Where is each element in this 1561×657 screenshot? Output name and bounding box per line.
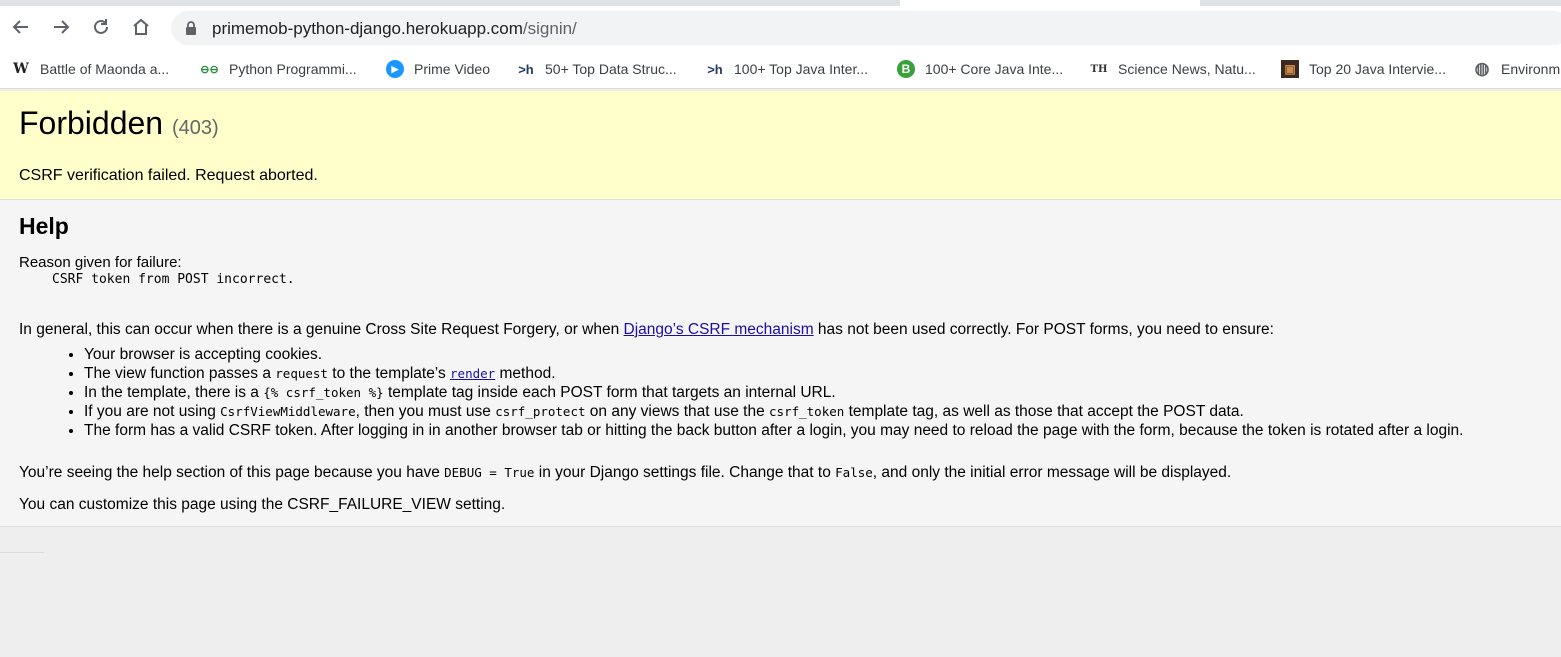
error-title: Forbidden (19, 105, 164, 141)
wikipedia-icon: W (13, 61, 29, 77)
general-text-2: has not been used correctly. For POST fo… (813, 321, 1274, 338)
bookmark-label: Science News, Natu... (1118, 61, 1256, 77)
bookmark-item[interactable]: B 100+ Core Java Inte... (897, 59, 1063, 79)
address-bar[interactable]: primemob-python-django.herokuapp.com/sig… (171, 11, 1561, 45)
list-item-text: template tag, as well as those that acce… (844, 403, 1244, 420)
bookmark-label: Environm (1501, 61, 1561, 77)
csrf-docs-link[interactable]: Django’s CSRF mechanism (624, 321, 814, 338)
bookmark-item[interactable]: ▶ Prime Video (386, 59, 490, 79)
list-item: The view function passes a request to th… (84, 364, 1463, 383)
url-path: /signin/ (522, 19, 577, 38)
list-item-text: The form has a valid CSRF token. After l… (84, 422, 1464, 439)
list-item-text: method. (495, 365, 556, 382)
status-code: (403) (171, 117, 219, 139)
bookmark-label: 50+ Top Data Struc... (545, 61, 677, 77)
bookmarks-bar: W Battle of Maonda a... ⊖⊖ Python Progra… (0, 50, 1561, 89)
forward-button[interactable] (46, 12, 76, 42)
prime-video-icon: ▶ (386, 60, 404, 78)
geeksforgeeks-icon: ⊖⊖ (200, 63, 219, 76)
bookmark-label: 100+ Core Java Inte... (925, 61, 1064, 77)
bookmark-label: Battle of Maonda a... (40, 61, 170, 77)
render-docs-link[interactable]: render (450, 365, 495, 382)
list-item-text: Your browser is accepting cookies. (84, 346, 323, 363)
back-arrow-icon (12, 20, 28, 34)
the-hindu-icon: TH (1090, 63, 1108, 75)
inline-code: {% csrf_token %} (263, 385, 384, 400)
hackr-icon: >h (707, 61, 723, 77)
debug-text: , and only the initial error message wil… (872, 464, 1232, 481)
inline-code: DEBUG = True (444, 465, 535, 480)
help-section: Help Reason given for failure: CSRF toke… (0, 200, 1561, 527)
debug-note: You’re seeing the help section of this p… (19, 464, 1231, 482)
bookmark-item[interactable]: >h 50+ Top Data Struc... (517, 59, 677, 79)
bookmark-label: Top 20 Java Intervie... (1309, 61, 1446, 77)
url-text[interactable]: primemob-python-django.herokuapp.com/sig… (212, 19, 577, 39)
inline-code: False (835, 465, 873, 480)
inline-code: request (275, 366, 328, 381)
error-message: CSRF verification failed. Request aborte… (19, 167, 318, 184)
bookmark-label: 100+ Top Java Inter... (734, 61, 869, 77)
error-summary: Forbidden (403) CSRF verification failed… (0, 91, 1561, 200)
list-item: In the template, there is a {% csrf_toke… (84, 383, 1463, 402)
browser-toolbar: primemob-python-django.herokuapp.com/sig… (0, 6, 1561, 50)
java-book-icon: ▣ (1281, 60, 1299, 78)
list-item: Your browser is accepting cookies. (84, 345, 1463, 364)
lock-icon[interactable] (183, 20, 199, 36)
list-item: The form has a valid CSRF token. After l… (84, 421, 1463, 440)
inline-code: CsrfViewMiddleware (220, 404, 356, 419)
list-item-text: on any views that use the (585, 403, 770, 420)
requirements-list: Your browser is accepting cookies. The v… (19, 345, 1463, 440)
b-green-icon: B (897, 60, 915, 78)
home-icon (133, 18, 149, 35)
bookmark-item[interactable]: W Battle of Maonda a... (12, 59, 169, 79)
hackr-icon: >h (518, 61, 534, 77)
bookmark-item[interactable]: ⊖⊖ Python Programmi... (200, 59, 357, 79)
reload-icon (94, 19, 108, 34)
bookmark-label: Prime Video (414, 61, 491, 77)
forward-arrow-icon (54, 20, 70, 34)
divider (0, 552, 44, 553)
bookmark-item[interactable]: TH Science News, Natu... (1090, 59, 1256, 79)
globe-icon: ◍ (1474, 59, 1490, 78)
bookmark-label: Python Programmi... (229, 61, 357, 77)
reason-text: CSRF token from POST incorrect. (52, 272, 295, 287)
bookmark-item[interactable]: ◍ Environm (1473, 59, 1561, 79)
list-item-text: , then you must use (355, 403, 496, 420)
back-button[interactable] (6, 12, 36, 42)
general-explanation: In general, this can occur when there is… (19, 321, 1274, 339)
list-item-text: template tag inside each POST form that … (383, 384, 836, 401)
inline-code: csrf_protect (495, 404, 586, 419)
list-item-text: to the template’s (327, 365, 451, 382)
bookmark-item[interactable]: >h 100+ Top Java Inter... (706, 59, 868, 79)
page-content: Forbidden (403) CSRF verification failed… (0, 91, 1561, 657)
help-heading: Help (19, 213, 69, 239)
debug-text: in your Django settings file. Change tha… (534, 464, 836, 481)
debug-text: You’re seeing the help section of this p… (19, 464, 445, 481)
list-item-text: The view function passes a (84, 365, 276, 382)
bookmark-item[interactable]: ▣ Top 20 Java Intervie... (1281, 59, 1446, 79)
inline-code-link: render (450, 366, 496, 381)
list-item: If you are not using CsrfViewMiddleware,… (84, 402, 1463, 421)
reload-button[interactable] (86, 12, 116, 42)
url-host: primemob-python-django.herokuapp.com (212, 19, 523, 38)
reason-label: Reason given for failure: (19, 254, 182, 271)
customize-note: You can customize this page using the CS… (19, 496, 506, 513)
list-item-text: In the template, there is a (84, 384, 264, 401)
general-text-1: In general, this can occur when there is… (19, 321, 624, 338)
list-item-text: If you are not using (84, 403, 221, 420)
page-title: Forbidden (403) (19, 105, 219, 142)
home-button[interactable] (126, 12, 156, 42)
inline-code: csrf_token (769, 404, 845, 419)
